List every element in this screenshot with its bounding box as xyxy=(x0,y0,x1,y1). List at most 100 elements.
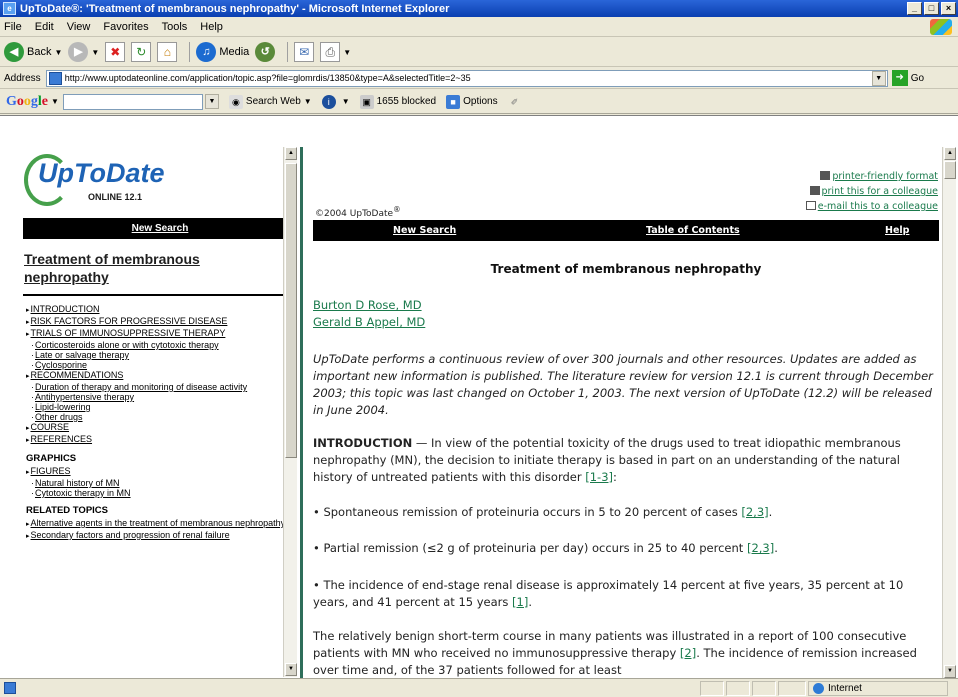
frame-divider[interactable] xyxy=(300,147,303,679)
minimize-button[interactable]: _ xyxy=(907,2,922,15)
email-colleague-link[interactable]: e-mail this to a colleague xyxy=(818,201,938,212)
highlight-button[interactable]: ✐ xyxy=(508,95,525,109)
title-bar: e UpToDate®: 'Treatment of membranous ne… xyxy=(0,0,958,17)
scroll-down-icon[interactable]: ▼ xyxy=(285,663,297,676)
security-zone: Internet xyxy=(808,681,948,696)
bullet-item: • Spontaneous remission of proteinuria o… xyxy=(313,505,773,519)
address-input[interactable]: http://www.uptodateonline.com/applicatio… xyxy=(45,69,888,87)
menu-view[interactable]: View xyxy=(67,21,91,33)
media-button[interactable]: ♫ Media xyxy=(196,42,249,62)
reference-link[interactable]: [1-3] xyxy=(585,470,613,484)
scroll-down-icon[interactable]: ▼ xyxy=(944,665,956,678)
address-dropdown-icon[interactable]: ▼ xyxy=(871,70,886,86)
left-new-search-link[interactable]: New Search xyxy=(23,218,296,239)
menu-edit[interactable]: Edit xyxy=(35,21,54,33)
menu-help[interactable]: Help xyxy=(200,21,223,33)
address-url: http://www.uptodateonline.com/applicatio… xyxy=(64,73,471,83)
maximize-button[interactable]: □ xyxy=(924,2,939,15)
toc-link[interactable]: Corticosteroids alone or with cytotoxic … xyxy=(31,340,286,350)
toc-link[interactable]: TRIALS OF IMMUNOSUPPRESSIVE THERAPY xyxy=(26,328,286,340)
left-frame-scrollbar[interactable]: ▲ ▼ xyxy=(283,147,297,677)
forward-button[interactable]: ▶ ▼ xyxy=(68,42,99,62)
windows-logo-icon xyxy=(930,19,952,35)
google-logo[interactable]: Google xyxy=(6,94,48,110)
google-search-dropdown-icon[interactable]: ▼ xyxy=(204,94,219,109)
bullet-item: • Partial remission (≤2 g of proteinuria… xyxy=(313,541,778,555)
info-dropdown-icon[interactable]: ▼ xyxy=(342,97,350,106)
status-panel xyxy=(700,681,724,696)
address-bar: Address http://www.uptodateonline.com/ap… xyxy=(0,68,958,89)
google-search-input[interactable] xyxy=(62,93,203,110)
toc-link[interactable]: Other drugs xyxy=(31,412,286,422)
right-frame-scrollbar[interactable]: ▲ ▼ xyxy=(942,147,956,679)
article-nav-bar: New Search Table of Contents Help xyxy=(313,220,939,241)
toc-link[interactable]: INTRODUCTION xyxy=(26,304,286,316)
table-of-contents-link[interactable]: Table of Contents xyxy=(646,225,740,236)
toc-link[interactable]: Late or salvage therapy xyxy=(31,350,286,360)
menu-favorites[interactable]: Favorites xyxy=(103,21,148,33)
toc-link[interactable]: Alternative agents in the treatment of m… xyxy=(26,518,286,530)
back-dropdown-icon[interactable]: ▼ xyxy=(54,48,62,57)
help-link[interactable]: Help xyxy=(885,225,909,236)
print-dropdown-icon[interactable]: ▼ xyxy=(343,48,351,57)
reference-link[interactable]: [1] xyxy=(512,595,528,609)
title-divider xyxy=(23,294,296,296)
logo-wordmark: UpToDate xyxy=(38,158,165,188)
stop-icon: ✖ xyxy=(105,42,126,62)
toc-link[interactable]: Secondary factors and progression of ren… xyxy=(26,530,286,542)
toc-link[interactable]: RECOMMENDATIONS xyxy=(26,370,286,382)
reference-link[interactable]: [2] xyxy=(680,646,696,660)
search-web-button[interactable]: ◉ Search Web ▼ xyxy=(228,94,312,109)
uptodate-logo[interactable]: UpToDate ONLINE 12.1 xyxy=(22,152,268,214)
toc-link[interactable]: REFERENCES xyxy=(26,434,286,446)
toc-link[interactable]: COURSE xyxy=(26,422,286,434)
menu-tools[interactable]: Tools xyxy=(162,21,188,33)
close-button[interactable]: × xyxy=(941,2,956,15)
menu-file[interactable]: File xyxy=(4,21,22,33)
mail-button[interactable]: ✉ xyxy=(294,42,315,62)
print-button[interactable]: ⎙ ▼ xyxy=(320,42,351,62)
toc-link[interactable]: Natural history of MN xyxy=(31,478,286,488)
options-button[interactable]: ■ Options xyxy=(446,94,498,109)
stop-button[interactable]: ✖ xyxy=(105,42,126,62)
refresh-button[interactable]: ↻ xyxy=(131,42,152,62)
page-content: UpToDate ONLINE 12.1 New Search Treatmen… xyxy=(0,115,958,679)
print-colleague-link[interactable]: print this for a colleague xyxy=(822,186,939,197)
toc-link[interactable]: Cyclosporine xyxy=(31,360,286,370)
page-info-button[interactable]: i ▼ xyxy=(321,94,350,109)
toc-link[interactable]: Duration of therapy and monitoring of di… xyxy=(31,382,286,392)
home-icon: ⌂ xyxy=(157,42,178,62)
printer-friendly-link[interactable]: printer-friendly format xyxy=(832,171,938,182)
options-icon: ■ xyxy=(446,94,461,109)
back-button[interactable]: ◀ Back ▼ xyxy=(4,42,62,62)
toc-link[interactable]: Lipid-lowering xyxy=(31,402,286,412)
toc-link[interactable]: RISK FACTORS FOR PROGRESSIVE DISEASE xyxy=(26,316,286,328)
reference-link[interactable]: [2,3] xyxy=(747,541,774,555)
popup-blocker-button[interactable]: ▣ 1655 blocked xyxy=(359,94,436,109)
scroll-up-icon[interactable]: ▲ xyxy=(944,147,956,160)
home-button[interactable]: ⌂ xyxy=(157,42,178,62)
toolbar-separator xyxy=(287,42,289,62)
go-button[interactable]: ➜ Go xyxy=(891,70,924,86)
table-of-contents: INTRODUCTIONRISK FACTORS FOR PROGRESSIVE… xyxy=(26,304,286,542)
introduction-heading: INTRODUCTION xyxy=(313,436,413,450)
toc-link[interactable]: Antihypertensive therapy xyxy=(31,392,286,402)
status-page-icon xyxy=(4,682,16,694)
media-label: Media xyxy=(219,46,250,58)
new-search-link[interactable]: New Search xyxy=(393,225,456,236)
author-link[interactable]: Burton D Rose, MD xyxy=(313,297,425,314)
forward-dropdown-icon[interactable]: ▼ xyxy=(91,48,99,57)
toc-link[interactable]: Cytotoxic therapy in MN xyxy=(31,488,286,498)
reference-link[interactable]: [2,3] xyxy=(741,505,768,519)
author-link[interactable]: Gerald B Appel, MD xyxy=(313,314,425,331)
search-web-dropdown-icon[interactable]: ▼ xyxy=(304,97,312,106)
toc-link[interactable]: FIGURES xyxy=(26,466,286,478)
toolbar-separator xyxy=(189,42,191,62)
print-icon: ⎙ xyxy=(320,42,341,62)
google-menu-dropdown-icon[interactable]: ▼ xyxy=(51,97,59,106)
scroll-up-icon[interactable]: ▲ xyxy=(285,147,297,160)
history-icon: ↺ xyxy=(255,42,276,62)
scroll-thumb[interactable] xyxy=(285,163,297,458)
scroll-thumb[interactable] xyxy=(944,161,956,179)
history-button[interactable]: ↺ xyxy=(255,42,276,62)
